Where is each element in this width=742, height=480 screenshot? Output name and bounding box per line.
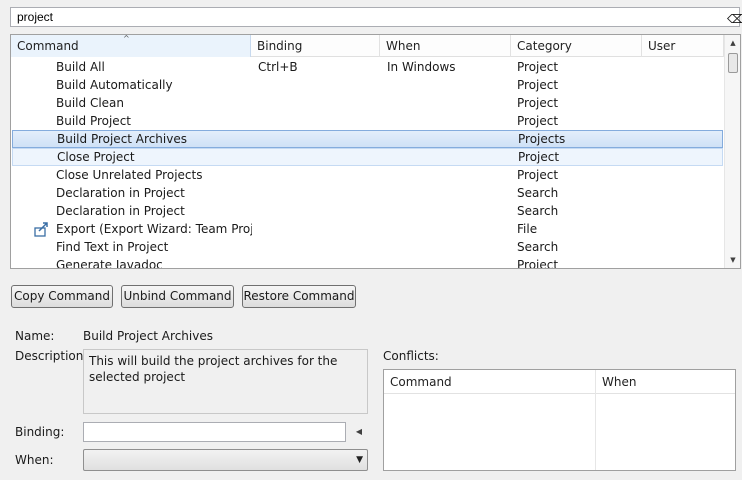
cell-category: Project	[517, 258, 559, 269]
when-label: When:	[15, 453, 54, 467]
binding-dropdown-arrow-icon[interactable]: ◀	[350, 422, 368, 442]
cell-command: Declaration in Project	[56, 204, 185, 218]
column-header-command[interactable]: ^ Command	[11, 35, 251, 57]
cell-category: Project	[517, 78, 559, 92]
table-row[interactable]: Build All Ctrl+B In Windows Project	[12, 58, 723, 76]
cell-category: Project	[517, 114, 559, 128]
chevron-down-icon: ▼	[356, 455, 363, 465]
column-header-user[interactable]: User	[642, 35, 724, 57]
conflicts-label: Conflicts:	[383, 349, 439, 363]
clear-filter-icon[interactable]: ⌫	[727, 10, 742, 26]
cell-command: Close Unrelated Projects	[56, 168, 203, 182]
conflicts-column-when[interactable]: When	[596, 370, 735, 394]
column-header-binding[interactable]: Binding	[251, 35, 380, 57]
cell-category: Project	[517, 168, 559, 182]
cell-command: Build All	[56, 60, 105, 74]
column-header-category[interactable]: Category	[511, 35, 642, 57]
cell-category: Search	[517, 240, 559, 254]
cell-command: Find Text in Project	[56, 240, 169, 254]
filter-input[interactable]	[10, 7, 740, 27]
description-text: This will build the project archives for…	[83, 349, 368, 414]
table-row[interactable]: Build Clean Project	[12, 94, 723, 112]
cell-category: Search	[517, 204, 559, 218]
cell-category: Project	[518, 150, 560, 164]
conflicts-table: Command When	[383, 369, 736, 471]
sort-ascending-icon: ^	[123, 34, 130, 43]
scroll-up-arrow-icon[interactable]: ▲	[725, 35, 740, 51]
table-row[interactable]: Build Automatically Project	[12, 76, 723, 94]
when-select[interactable]: ▼	[83, 449, 368, 471]
scrollbar-thumb[interactable]	[728, 53, 738, 73]
binding-input[interactable]	[83, 422, 346, 442]
cell-when: In Windows	[387, 60, 456, 74]
unbind-command-button[interactable]: Unbind Command	[121, 285, 234, 308]
cell-category: File	[517, 222, 538, 236]
conflicts-column-command[interactable]: Command	[384, 370, 595, 394]
cell-command: Export (Export Wizard: Team Project S	[56, 222, 252, 236]
cell-category: Projects	[518, 132, 566, 146]
cell-category: Project	[517, 96, 559, 110]
table-row[interactable]: Declaration in Project Search	[12, 202, 723, 220]
cell-category: Search	[517, 186, 559, 200]
table-row[interactable]: Build Project Archives Projects	[12, 130, 723, 148]
copy-command-button[interactable]: Copy Command	[11, 285, 113, 308]
cell-command: Build Project	[56, 114, 131, 128]
restore-command-button[interactable]: Restore Command	[242, 285, 356, 308]
table-row[interactable]: Close Project Project	[12, 148, 723, 166]
cell-command: Build Clean	[56, 96, 124, 110]
table-row[interactable]: Export (Export Wizard: Team Project S Fil…	[12, 220, 723, 238]
binding-label: Binding:	[15, 425, 65, 439]
cell-category: Project	[517, 60, 559, 74]
column-header-when[interactable]: When	[380, 35, 511, 57]
scroll-down-arrow-icon[interactable]: ▼	[725, 252, 740, 268]
name-value: Build Project Archives	[83, 329, 213, 343]
export-icon	[34, 222, 48, 237]
table-row[interactable]: Build Project Project	[12, 112, 723, 130]
table-row[interactable]: Generate Javadoc Project	[12, 256, 723, 269]
cell-command: Close Project	[57, 150, 135, 164]
cell-binding: Ctrl+B	[258, 60, 298, 74]
table-row[interactable]: Find Text in Project Search	[12, 238, 723, 256]
cell-command: Generate Javadoc	[56, 258, 163, 269]
table-row[interactable]: Declaration in Project Search	[12, 184, 723, 202]
cell-command: Build Project Archives	[57, 132, 187, 146]
commands-table: ^ Command Binding When Category User Bui…	[10, 34, 741, 269]
name-label: Name:	[15, 329, 55, 343]
cell-command: Declaration in Project	[56, 186, 185, 200]
vertical-scrollbar[interactable]: ▲ ▼	[724, 35, 740, 268]
description-label: Description:	[15, 349, 88, 363]
table-header: ^ Command Binding When Category User	[11, 35, 724, 57]
table-row[interactable]: Close Unrelated Projects Project	[12, 166, 723, 184]
cell-command: Build Automatically	[56, 78, 173, 92]
